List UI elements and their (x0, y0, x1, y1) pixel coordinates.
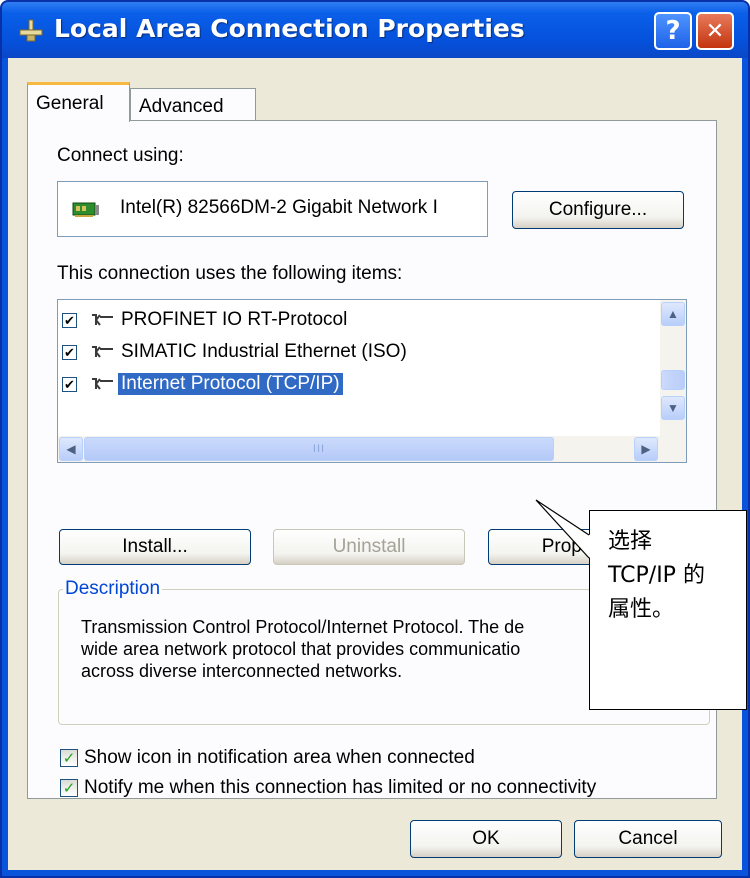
list-item[interactable]: ✔ SIMATIC Industrial Ethernet (ISO) (62, 338, 410, 366)
item-checkbox[interactable]: ✔ (62, 312, 77, 328)
notify-option[interactable]: ✓ Notify me when this connection has lim… (60, 777, 596, 799)
vertical-scroll-thumb[interactable] (661, 370, 685, 390)
show-icon-label: Show icon in notification area when conn… (84, 747, 475, 768)
close-icon: ✕ (705, 18, 725, 44)
dialog-window: Local Area Connection Properties ? ✕ Gen… (0, 0, 750, 878)
horizontal-scroll-thumb[interactable]: III (84, 437, 554, 461)
item-label: SIMATIC Industrial Ethernet (ISO) (121, 341, 407, 362)
item-checkbox[interactable]: ✔ (62, 376, 77, 392)
notify-label: Notify me when this connection has limit… (84, 777, 597, 798)
item-label: PROFINET IO RT-Protocol (121, 309, 348, 330)
callout-text: 选择 TCP/IP 的 属性。 (608, 529, 705, 622)
chevron-up-icon: ▲ (667, 307, 679, 321)
item-checkbox[interactable]: ✔ (62, 344, 77, 360)
adapter-name: Intel(R) 82566DM-2 Gigabit Network I (120, 197, 438, 218)
chevron-left-icon: ◀ (66, 442, 76, 456)
tab-general-label: General (36, 92, 104, 114)
show-icon-checkbox[interactable]: ✓ (60, 749, 78, 767)
title-bar[interactable]: Local Area Connection Properties ? ✕ (2, 2, 748, 58)
close-button[interactable]: ✕ (696, 12, 734, 50)
protocol-icon (92, 346, 113, 358)
scroll-left-button[interactable]: ◀ (59, 437, 83, 461)
adapter-field: Intel(R) 82566DM-2 Gigabit Network I (57, 181, 488, 237)
protocol-icon (92, 314, 113, 326)
ok-button[interactable]: OK (410, 820, 562, 858)
network-connection-icon (19, 19, 43, 42)
chevron-down-icon: ▼ (667, 401, 679, 415)
dialog-client-area: General Advanced Connect using: Intel(R)… (8, 58, 742, 870)
list-item-selected[interactable]: ✔ Internet Protocol (TCP/IP) (62, 370, 343, 398)
horizontal-scrollbar[interactable]: ◀ III ▶ (58, 436, 686, 462)
help-button[interactable]: ? (654, 12, 692, 50)
items-list[interactable]: ✔ PROFINET IO RT-Protocol ✔ SIMATIC Indu… (57, 299, 687, 463)
network-adapter-icon (72, 202, 99, 217)
notify-checkbox[interactable]: ✓ (60, 779, 78, 797)
uninstall-button: Uninstall (273, 529, 465, 565)
configure-button[interactable]: Configure... (512, 191, 684, 229)
item-label: Internet Protocol (TCP/IP) (118, 373, 343, 395)
scroll-up-button[interactable]: ▲ (661, 302, 685, 326)
items-label: This connection uses the following items… (57, 263, 403, 284)
description-text: Transmission Control Protocol/Internet P… (81, 617, 525, 681)
chevron-right-icon: ▶ (641, 442, 651, 456)
tab-advanced[interactable]: Advanced (130, 88, 256, 124)
cancel-button[interactable]: Cancel (574, 820, 722, 858)
tab-general[interactable]: General (27, 82, 130, 122)
vertical-scrollbar[interactable]: ▲ ▼ (660, 300, 686, 436)
show-icon-option[interactable]: ✓ Show icon in notification area when co… (60, 747, 475, 769)
scroll-down-button[interactable]: ▼ (661, 396, 685, 420)
scroll-right-button[interactable]: ▶ (634, 437, 658, 461)
connect-using-label: Connect using: (57, 145, 184, 166)
help-icon: ? (665, 16, 681, 46)
list-item[interactable]: ✔ PROFINET IO RT-Protocol (62, 306, 350, 334)
annotation-callout: 选择 TCP/IP 的 属性。 (589, 510, 747, 710)
scroll-grip: III (312, 443, 326, 455)
protocol-icon (92, 378, 113, 390)
description-title: Description (63, 578, 163, 600)
tab-advanced-label: Advanced (139, 95, 224, 117)
window-title: Local Area Connection Properties (54, 14, 525, 43)
install-button[interactable]: Install... (59, 529, 251, 565)
